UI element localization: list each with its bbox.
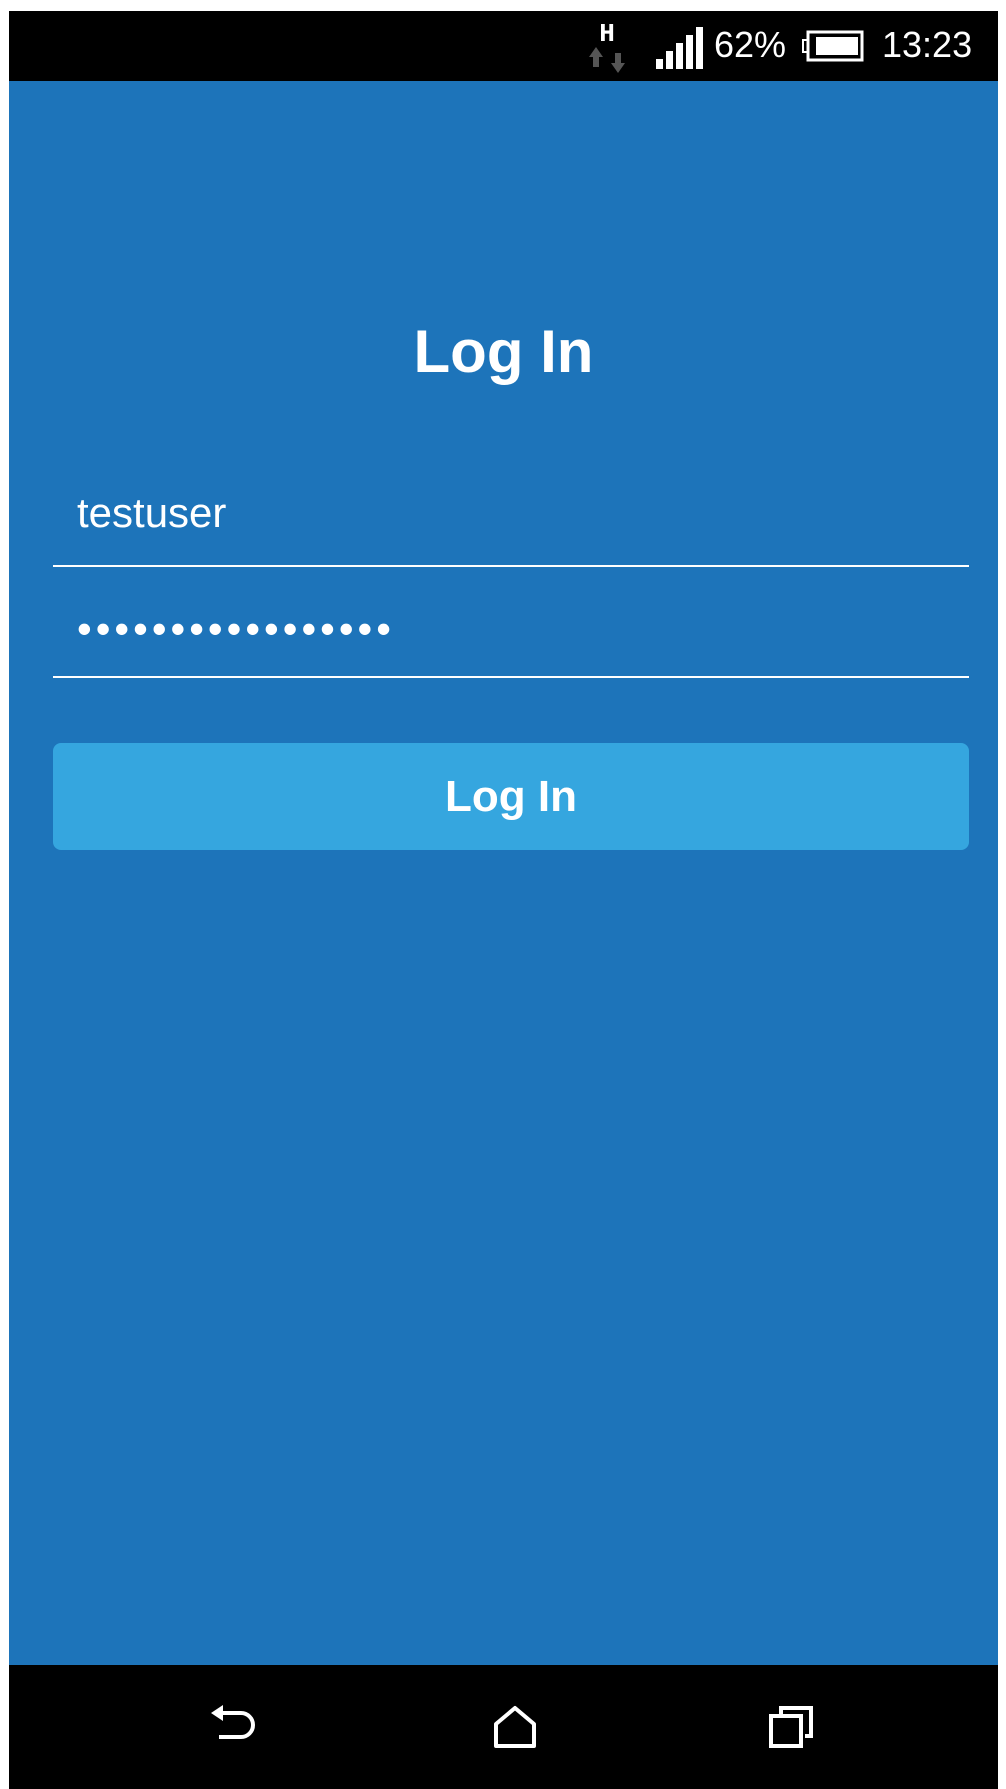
login-button[interactable]: Log In <box>53 743 969 850</box>
battery-icon <box>802 30 864 62</box>
back-button[interactable] <box>203 1695 267 1759</box>
home-icon <box>494 1706 536 1748</box>
back-icon <box>211 1705 255 1739</box>
login-screen: Log In Log In <box>9 81 998 1665</box>
battery-percentage: 62% <box>714 24 787 65</box>
home-button[interactable] <box>483 1695 547 1759</box>
password-field[interactable] <box>53 581 969 678</box>
signal-strength-icon <box>656 27 703 69</box>
recents-button[interactable] <box>759 1695 823 1759</box>
device-screen: H 62% 13:23 Log In Log In <box>9 11 998 1789</box>
username-field[interactable] <box>53 461 969 567</box>
navigation-bar <box>9 1665 998 1789</box>
recents-icon <box>769 1706 813 1748</box>
page-title: Log In <box>413 318 594 385</box>
network-type-label: H <box>599 19 615 49</box>
network-activity-icon: H <box>589 19 625 73</box>
status-clock: 13:23 <box>882 24 973 65</box>
status-bar: H 62% 13:23 <box>9 11 998 81</box>
